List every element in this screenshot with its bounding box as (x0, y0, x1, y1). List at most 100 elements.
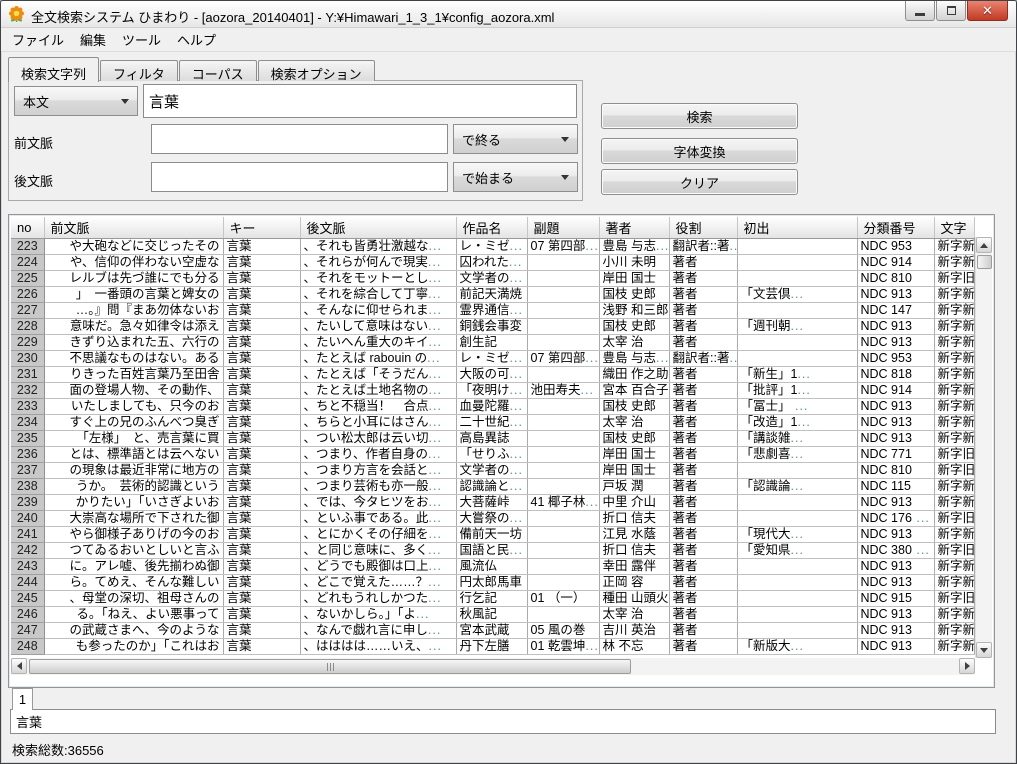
table-row[interactable]: 248も参ったのか」「これはお言葉、はははは……いえ、...丹下左膳01 乾雲坤… (11, 639, 974, 655)
table-cell: 創生記 (456, 335, 527, 351)
table-row[interactable]: 246る。「ねえ、よい悪事って言葉、ないかしら。」「よ...秋風記太宰 治著者N… (11, 607, 974, 623)
table-row[interactable]: 239かりたい」「いさぎよいお言葉、では、今タヒツをお...大菩薩峠41 椰子林… (11, 495, 974, 511)
column-header-role[interactable]: 役割 (669, 217, 737, 239)
column-header-no[interactable]: no (11, 217, 44, 239)
table-row[interactable]: 236とは、標準語とは云へない言葉、つまり、作者自身の...「せりふ...岸田 … (11, 447, 974, 463)
table-row[interactable]: 226」 一番頭の言葉と婢女の言葉、それを綜合して丁寧...前記天満焼国枝 史郎… (11, 287, 974, 303)
table-row[interactable]: 242つてゐるおいとしいと言ふ言葉、と同じ意味に、多く...国語と民...折口 … (11, 543, 974, 559)
pre-context-mode-combobox[interactable]: で終る (453, 124, 578, 154)
scroll-left-button[interactable] (11, 658, 27, 674)
tab-filter[interactable]: フィルタ (100, 60, 178, 81)
table-cell: 、ちらと小耳にはさん... (300, 415, 456, 431)
minimize-button[interactable] (905, 1, 935, 21)
table-row[interactable]: 229きずり込まれた五、六行の言葉、たいへん重大のキイ...創生記太宰 治著者N… (11, 335, 974, 351)
post-context-input[interactable] (151, 162, 448, 192)
table-row[interactable]: 233いたしましても、只今のお言葉、ちと不穏当！ 合点...血曼陀羅...国枝 … (11, 399, 974, 415)
search-button[interactable]: 検索 (601, 103, 798, 129)
table-row[interactable]: 241やら御様子ありげの今のお言葉、とにかくその仔細を...備前天一坊江見 水蔭… (11, 527, 974, 543)
truncation-ellipsis: ... (429, 639, 442, 653)
column-header-ndc[interactable]: 分類番号 (857, 217, 934, 239)
table-cell: …。』問『まあ勿体ないお (44, 303, 223, 319)
page-tab-1[interactable]: 1 (12, 688, 33, 710)
titlebar[interactable]: 全文検索システム ひまわり - [aozora_20140401] - Y:¥H… (1, 1, 1016, 28)
close-button[interactable]: ✕ (967, 1, 1008, 21)
horizontal-scrollbar[interactable] (11, 658, 975, 675)
table-row[interactable]: 224や、信仰の伴わない空虚な言葉、それらが何んで現実...囚われた...小川 … (11, 255, 974, 271)
table-cell: 231 (11, 367, 44, 383)
table-cell: 著者 (669, 431, 737, 447)
menu-item-help[interactable]: ヘルプ (169, 27, 224, 52)
table-cell: 翻訳者::著... (669, 239, 737, 255)
table-cell: 太宰 治 (599, 415, 669, 431)
column-header-work-title[interactable]: 作品名 (456, 217, 527, 239)
table-cell: 「認識論... (737, 479, 857, 495)
table-row[interactable]: 235「左様」 と、売言葉に買言葉、つい松太郎は云い切...高島異誌国枝 史郎著… (11, 431, 974, 447)
column-header-key[interactable]: キー (223, 217, 300, 239)
truncation-ellipsis: ... (510, 463, 523, 477)
table-cell: 246 (11, 607, 44, 623)
post-context-mode-combobox[interactable]: で始まる (453, 162, 578, 192)
scroll-right-button[interactable] (959, 658, 975, 674)
table-cell: レルブは先づ誰にでも分る (44, 271, 223, 287)
table-cell: 言葉 (223, 639, 300, 655)
table-row[interactable]: 238うか。 芸術的認識という言葉、つまり芸術も亦一般...認識論と...戸坂 … (11, 479, 974, 495)
table-row[interactable]: 234すぐ上の兄のふんべつ臭ぎ言葉、ちらと小耳にはさん...二十世紀...太宰 … (11, 415, 974, 431)
tab-corpus[interactable]: コーパス (179, 60, 257, 81)
table-cell (527, 575, 599, 591)
query-input[interactable] (143, 84, 577, 118)
table-row[interactable]: 247の武蔵さまへ、今のような言葉、なんで戯れ言に申し...宮本武蔵05 風の巻… (11, 623, 974, 639)
table-row[interactable]: 227…。』問『まあ勿体ないお言葉、そんなに仰せられま...霊界通信...浅野 … (11, 303, 974, 319)
truncation-ellipsis: ... (429, 383, 442, 397)
glyph-convert-button[interactable]: 字体変換 (601, 138, 798, 164)
table-row[interactable]: 245、母堂の深切、祖母さんの言葉、どれもうれしかつた...行乞記01 （一）種… (11, 591, 974, 607)
column-header-subtitle[interactable]: 副題 (527, 217, 599, 239)
vertical-scrollbar[interactable] (975, 237, 992, 658)
table-cell: 織田 作之助 (599, 367, 669, 383)
table-cell: 240 (11, 511, 44, 527)
table-row[interactable]: 240大崇高な場所で下された御言葉、といふ事である。此...大嘗祭の...折口 … (11, 511, 974, 527)
clear-button[interactable]: クリア (601, 169, 798, 195)
result-text-field[interactable] (10, 709, 996, 734)
table-cell: 、たとえば rabouin の... (300, 351, 456, 367)
table-cell: 言葉 (223, 447, 300, 463)
table-row[interactable]: 228意味だ。急々如律令は添え言葉、たいして意味はない...銅銭会事変国枝 史郎… (11, 319, 974, 335)
table-cell: 新字新 (934, 255, 974, 271)
pre-context-input[interactable] (151, 124, 448, 154)
truncation-ellipsis: ... (729, 239, 737, 253)
menu-item-file[interactable]: ファイル (4, 27, 72, 52)
table-row[interactable]: 243に。アレ嘘、後先揃わぬ御言葉、どうでも殿御は口上...風流仏幸田 露伴著者… (11, 559, 974, 575)
search-target-combobox[interactable]: 本文 (14, 86, 138, 116)
table-cell: 新字旧 (934, 543, 974, 559)
scroll-up-button[interactable] (976, 237, 992, 253)
table-cell: 言葉 (223, 351, 300, 367)
menu-item-edit[interactable]: 編集 (72, 27, 114, 52)
column-header-author[interactable]: 著者 (599, 217, 669, 239)
table-row[interactable]: 237の現象は最近非常に地方の言葉、つまり方言を会話と...文学者の...岸田 … (11, 463, 974, 479)
tab-search-string[interactable]: 検索文字列 (8, 57, 99, 82)
table-row[interactable]: 231りきった百姓言葉乃至田舎言葉、たとえば「そうだん...大阪の可...織田 … (11, 367, 974, 383)
table-cell: 、つまり、作者自身の... (300, 447, 456, 463)
table-cell: 、といふ事である。此... (300, 511, 456, 527)
table-cell: 林 不忘 (599, 639, 669, 655)
table-cell: 243 (11, 559, 44, 575)
scroll-down-button[interactable] (976, 642, 992, 658)
table-row[interactable]: 223や大砲などに交じったその言葉、それも皆勇壮激越な...レ・ミゼ...07 … (11, 239, 974, 255)
column-header-first-publication[interactable]: 初出 (737, 217, 857, 239)
column-header-post-context[interactable]: 後文脈 (300, 217, 456, 239)
horizontal-scrollbar-thumb[interactable] (29, 659, 631, 674)
truncation-ellipsis: ... (510, 415, 523, 429)
table-cell: 著者 (669, 287, 737, 303)
table-cell: 風流仏 (456, 559, 527, 575)
table-row[interactable]: 230不思議なものはない。ある言葉、たとえば rabouin の...レ・ミゼ.… (11, 351, 974, 367)
column-header-pre-context[interactable]: 前文脈 (44, 217, 223, 239)
vertical-scrollbar-thumb[interactable] (977, 255, 992, 269)
table-row[interactable]: 244ら。てめえ、そんな難しい言葉、どこで覚えた……？...円太郎馬車正岡 容著… (11, 575, 974, 591)
column-header-charset[interactable]: 文字 (934, 217, 974, 239)
table-cell: 著者 (669, 303, 737, 319)
table-row[interactable]: 232面の登場人物、その動作、言葉、たとえば土地名物の...「夜明け...池田寿… (11, 383, 974, 399)
table-cell: 245 (11, 591, 44, 607)
menu-item-tools[interactable]: ツール (114, 27, 169, 52)
table-row[interactable]: 225レルブは先づ誰にでも分る言葉、それをモットーとし...文学者の...岸田 … (11, 271, 974, 287)
maximize-button[interactable] (936, 1, 966, 21)
tab-search-options[interactable]: 検索オプション (258, 60, 375, 81)
